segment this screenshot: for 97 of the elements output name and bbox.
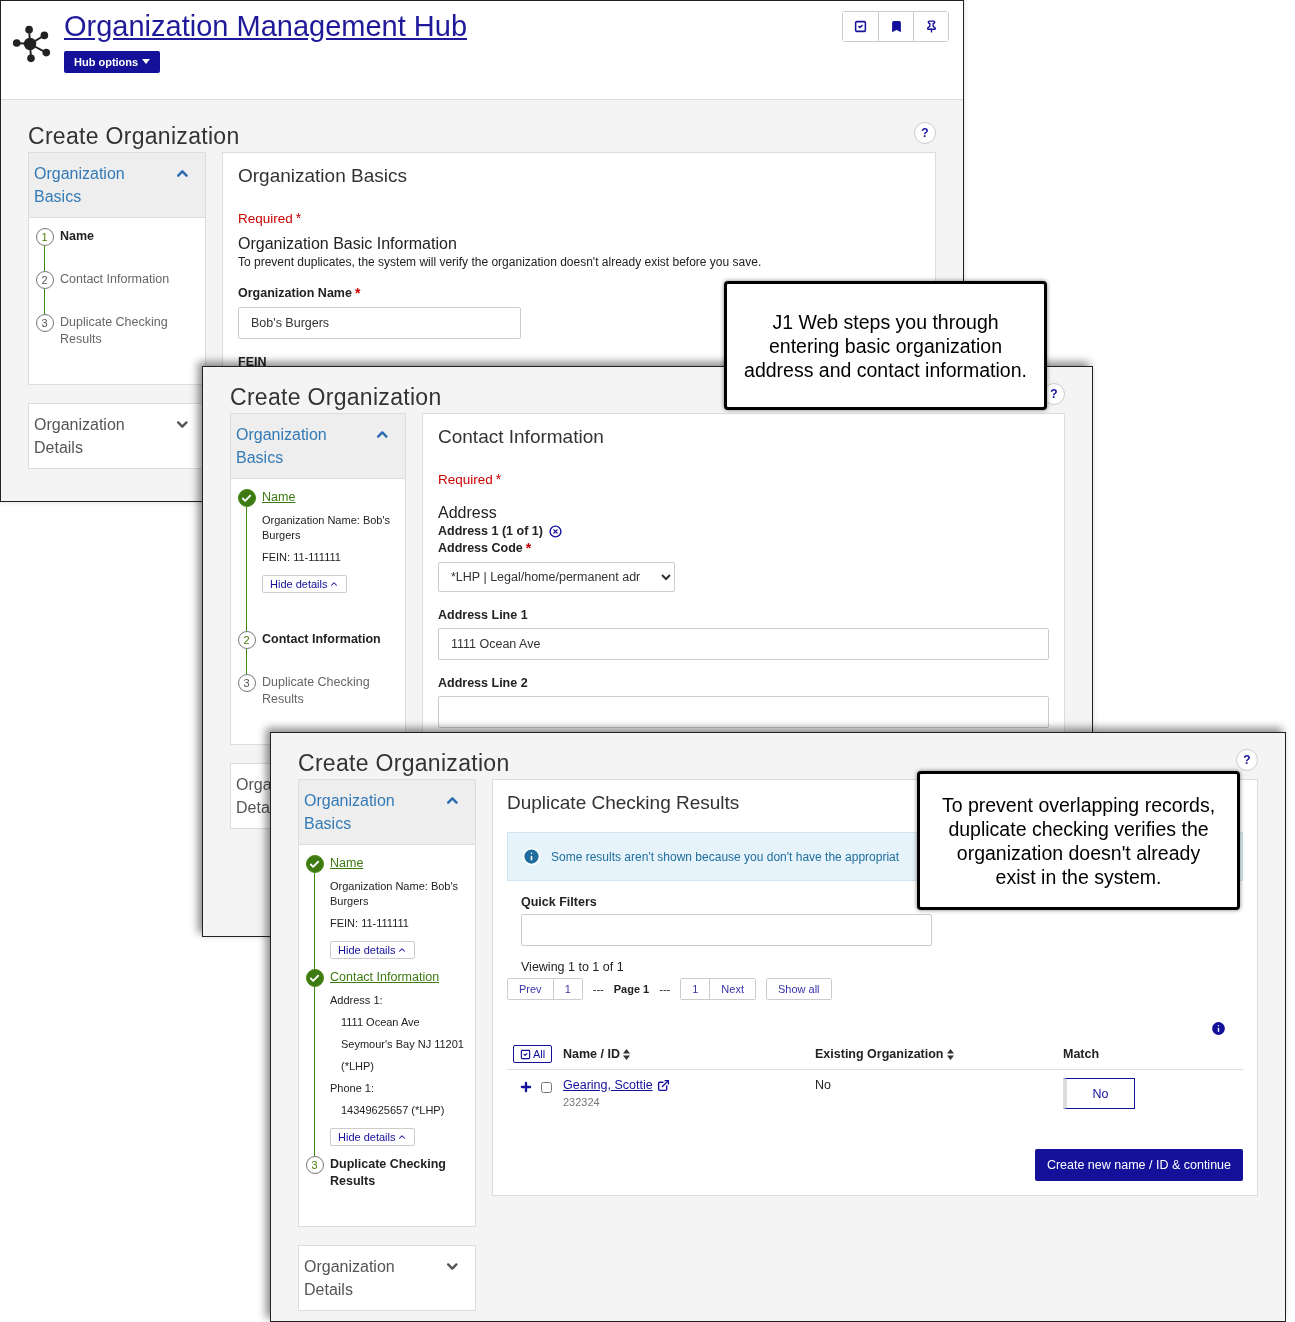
match-toggle[interactable]: No — [1063, 1078, 1135, 1109]
text-field[interactable]: 1111 Ocean Ave — [438, 628, 1049, 660]
network-logo-icon — [10, 23, 52, 65]
caret-icon — [142, 59, 151, 65]
section-title[interactable]: Deta — [236, 796, 272, 819]
section-title[interactable]: Organization Details — [304, 1255, 445, 1301]
required-mark: * — [354, 285, 361, 301]
caret-up-icon — [397, 945, 408, 955]
help-text: To prevent duplicates, the system will verify the organization doesn't already exist before you save. — [238, 255, 763, 269]
help-button[interactable]: ? — [914, 122, 936, 144]
external-link-icon[interactable] — [656, 1078, 670, 1092]
alert-text: Some results aren't shown because you don't have the appropriat — [551, 849, 900, 864]
help-button[interactable]: ? — [1236, 749, 1258, 771]
page-title: Create Organization — [28, 123, 240, 150]
field-label: Address Line 2 — [438, 676, 528, 690]
field-label: FEIN — [238, 355, 267, 369]
field-label: Quick Filters — [521, 895, 597, 909]
text-field[interactable]: Bob's Burgers — [238, 307, 521, 339]
step-detail: 14349625657 (*LHP) — [340, 1103, 446, 1118]
remove-icon[interactable] — [548, 524, 562, 538]
step-detail: (*LHP) — [340, 1059, 375, 1074]
field-label: Address Code * — [438, 540, 532, 556]
subsection-label: Address 1 (1 of 1) — [438, 524, 543, 538]
required-note: Required — [238, 211, 293, 226]
pin-icon[interactable] — [913, 12, 948, 41]
page-indicator: Page 1 — [613, 983, 650, 995]
step-label: Contact Information — [262, 631, 381, 648]
page-title: Create Organization — [230, 384, 442, 411]
expand-icon[interactable] — [519, 1080, 533, 1094]
column-header[interactable]: Name / ID — [563, 1039, 815, 1069]
step-link[interactable]: Name — [330, 855, 364, 872]
section-heading: Address — [438, 504, 498, 522]
step-link[interactable]: Contact Information — [330, 969, 440, 986]
viewing-count: Viewing 1 to 1 of 1 — [521, 960, 625, 974]
step-number: 3 — [305, 1156, 324, 1174]
info-icon[interactable] — [1210, 1020, 1227, 1037]
pager-gap: --- — [592, 983, 604, 995]
sort-icon — [946, 1048, 954, 1060]
step-label: Contact Information — [60, 271, 170, 288]
pager-gap: --- — [659, 983, 671, 995]
hub-options-button[interactable]: Hub options — [64, 50, 161, 73]
table-cell-text: No — [815, 1078, 832, 1092]
hide-details-button[interactable]: Hide details — [262, 575, 348, 593]
person-link[interactable]: Gearing, Scottie — [563, 1078, 653, 1092]
panel-heading: Organization Basics — [238, 165, 407, 187]
step-label: Name — [60, 228, 95, 245]
caret-up-icon — [329, 579, 340, 589]
step-number: 2 — [35, 271, 54, 289]
sort-icon — [622, 1048, 630, 1060]
step-link[interactable]: Name — [262, 489, 296, 506]
step-number: 1 — [35, 228, 54, 246]
caret-up-icon — [397, 1132, 408, 1142]
required-mark: * — [525, 540, 532, 556]
step-number: 2 — [237, 631, 256, 649]
callout-text: To prevent overlapping records, duplicate checking verifies the organization doesn't already exist in the system. — [940, 792, 1217, 889]
select-all-button[interactable]: All — [513, 1045, 553, 1063]
column-header: Match — [1063, 1046, 1101, 1063]
page-title: Create Organization — [298, 750, 510, 777]
panel-heading: Duplicate Checking Results — [507, 792, 740, 814]
quick-filters-field[interactable] — [521, 914, 932, 946]
row-checkbox[interactable] — [541, 1081, 552, 1093]
hub-title-link[interactable]: Organization Management Hub — [64, 11, 467, 43]
column-header[interactable]: Existing Organization — [815, 1039, 1063, 1069]
step-detail: Address 1: — [330, 993, 384, 1008]
step-detail: FEIN: 11-111111 — [262, 550, 342, 565]
step-detail: FEIN: 11-111111 — [330, 916, 410, 931]
step-detail: Seymour's Bay NJ 11201 — [340, 1037, 465, 1052]
section-heading: Organization Basic Information — [238, 235, 458, 253]
required-mark: * — [495, 471, 502, 487]
panel-heading: Contact Information — [438, 426, 604, 448]
create-continue-button[interactable]: Create new name / ID & continue — [1034, 1149, 1243, 1181]
record-id: 232324 — [563, 1096, 601, 1108]
next-button[interactable]: Next — [709, 979, 755, 999]
page-button[interactable]: 1 — [552, 979, 582, 999]
step-detail: Organization Name: Bob's Burgers — [330, 879, 460, 909]
required-note: Required — [438, 472, 493, 487]
checkbox-icon — [520, 1048, 531, 1060]
step-label: Duplicate Checking Results — [262, 674, 371, 708]
section-title[interactable]: Orga — [236, 773, 272, 796]
step-number: 3 — [35, 314, 54, 332]
section-title[interactable]: Organization Details — [34, 413, 175, 459]
step-label: Duplicate Checking Results — [60, 314, 169, 348]
address-code-select[interactable]: *LHP | Legal/home/permanent adr — [438, 562, 675, 592]
info-icon — [522, 847, 541, 866]
callout-text: J1 Web steps you through entering basic organization address and contact information. — [743, 309, 1028, 382]
field-label: Organization Name * — [238, 285, 361, 301]
required-mark: * — [295, 210, 302, 226]
text-field[interactable] — [438, 696, 1049, 728]
step-detail: 1111 Ocean Ave — [340, 1015, 421, 1030]
show-all-button[interactable]: Show all — [766, 979, 831, 999]
step-label: Duplicate Checking Results — [330, 1156, 447, 1190]
field-label: Address Line 1 — [438, 608, 528, 622]
step-detail: Phone 1: — [330, 1081, 376, 1096]
hide-details-button[interactable]: Hide details — [330, 1128, 416, 1146]
hide-details-button[interactable]: Hide details — [330, 941, 416, 959]
step-number: 3 — [237, 674, 256, 692]
step-detail: Organization Name: Bob's Burgers — [262, 513, 392, 543]
